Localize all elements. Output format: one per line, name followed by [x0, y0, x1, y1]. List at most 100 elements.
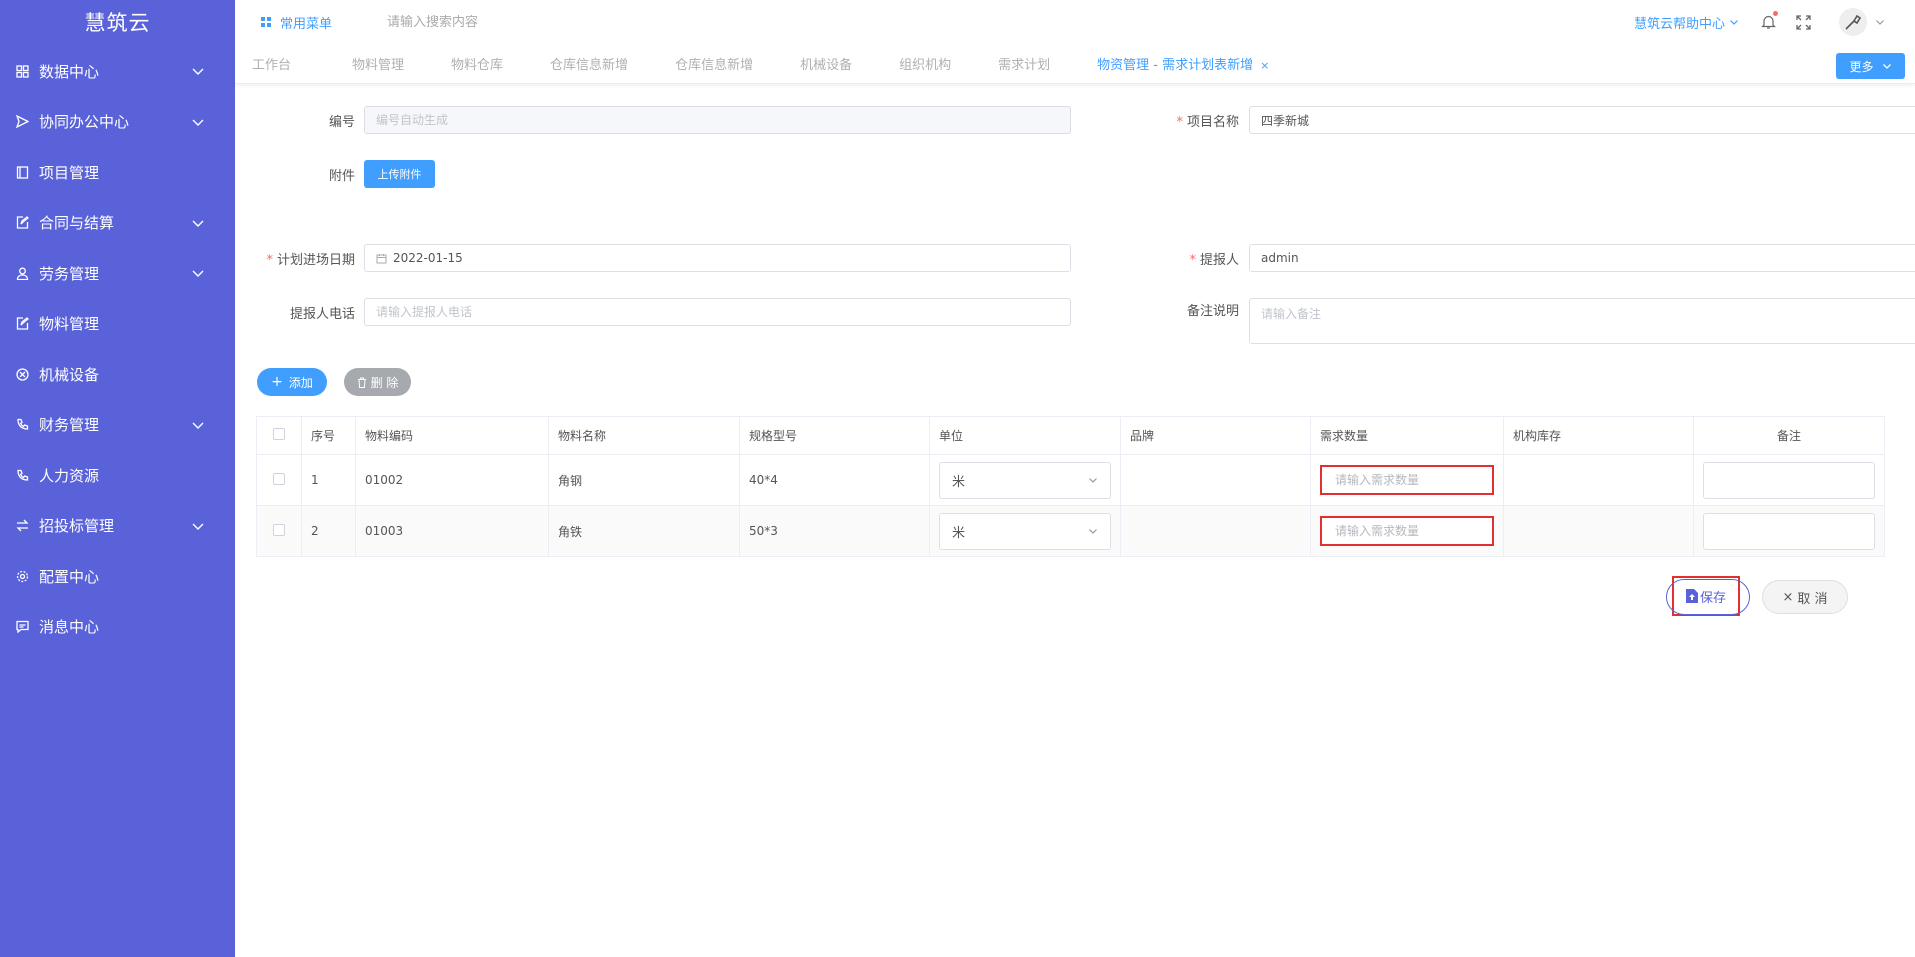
help-center-menu[interactable]: 慧筑云帮助中心	[1634, 13, 1739, 32]
sidebar-item-label: 数据中心	[39, 62, 100, 81]
chevron-down-icon	[1730, 20, 1738, 25]
note-cell	[1693, 505, 1885, 557]
add-row-button[interactable]: + 添加	[257, 368, 327, 396]
chevron-down-icon	[192, 523, 204, 530]
save-button[interactable]: 保存	[1666, 576, 1750, 616]
code-field	[364, 106, 1071, 134]
more-tabs-button[interactable]: 更多	[1836, 53, 1905, 79]
project-select[interactable]: 四季新城	[1249, 106, 1915, 134]
app-logo: 慧筑云	[84, 11, 151, 35]
table-row: 1 01002 角钢 40*4 米	[256, 454, 1885, 506]
demand-qty-input[interactable]	[1320, 516, 1494, 546]
code-row: 编号	[235, 106, 1071, 134]
sidebar-item-finance[interactable]: 财务管理	[0, 400, 235, 451]
help-center-label: 慧筑云帮助中心	[1633, 16, 1725, 32]
unit-cell: 米	[929, 505, 1121, 557]
grid-icon	[261, 16, 271, 27]
project-value: 四季新城	[1261, 113, 1310, 128]
sidebar-item-config[interactable]: 配置中心	[0, 551, 235, 602]
tab-machinery[interactable]: 机械设备	[782, 54, 852, 73]
tab-workbench[interactable]: 工作台	[235, 54, 291, 73]
common-menu-button[interactable]: 常用菜单	[261, 13, 332, 32]
phone-field[interactable]	[364, 298, 1071, 326]
upload-attachment-button[interactable]: 上传附件	[364, 160, 435, 188]
stock-cell	[1503, 505, 1694, 557]
submitter-field[interactable]	[1249, 244, 1915, 272]
sidebar-item-contract[interactable]: 合同与结算	[0, 198, 235, 249]
project-label: * 项目名称	[1176, 114, 1239, 130]
sidebar-item-hr[interactable]: 人力资源	[0, 450, 235, 501]
avatar[interactable]	[1839, 8, 1867, 36]
tab-demand-plan-add[interactable]: 物资管理 - 需求计划表新增 ×	[1079, 54, 1269, 73]
sidebar-item-collab-office[interactable]: 协同办公中心	[0, 97, 235, 148]
note-input[interactable]	[1703, 512, 1875, 550]
brand-cell	[1120, 505, 1311, 557]
delete-row-button[interactable]: 删 除	[344, 368, 411, 396]
delete-label: 删 除	[370, 375, 399, 390]
edit-doc-icon	[14, 316, 30, 332]
unit-select[interactable]: 米	[939, 461, 1111, 499]
tab-warehouse-add-2[interactable]: 仓库信息新增	[657, 54, 753, 73]
sidebar-item-label: 消息中心	[39, 618, 100, 637]
remark-textarea[interactable]	[1249, 298, 1915, 344]
note-input[interactable]	[1703, 461, 1875, 499]
chevron-down-icon	[192, 68, 204, 76]
sidebar-item-label: 配置中心	[39, 567, 100, 586]
sidebar-item-label: 协同办公中心	[39, 113, 130, 132]
sidebar-item-labor[interactable]: 劳务管理	[0, 248, 235, 299]
row-index: 2	[301, 505, 356, 557]
column-header: 规格型号	[739, 416, 930, 455]
tab-bar: 工作台 物料管理 物料仓库 仓库信息新增 仓库信息新增 机械设备 组织机构 需求…	[235, 44, 1915, 84]
sidebar-item-material[interactable]: 物料管理	[0, 299, 235, 350]
worker-icon	[14, 265, 30, 281]
message-icon	[14, 619, 30, 635]
demand-qty-input[interactable]	[1320, 465, 1494, 495]
chevron-down-icon[interactable]	[1875, 17, 1885, 27]
date-row: * 计划进场日期 2022-01-15	[235, 244, 1071, 272]
cancel-button[interactable]: × 取 消	[1762, 580, 1848, 614]
tab-material-warehouse[interactable]: 物料仓库	[433, 54, 503, 73]
remark-row: 备注说明	[1105, 298, 1915, 344]
unit-select[interactable]: 米	[939, 512, 1111, 550]
chevron-down-icon	[1089, 529, 1097, 534]
code-label: 编号	[328, 114, 355, 130]
tab-demand-plan[interactable]: 需求计划	[980, 54, 1050, 73]
sidebar-item-machinery[interactable]: 机械设备	[0, 349, 235, 400]
sidebar-item-data-center[interactable]: 数据中心	[0, 46, 235, 97]
column-header: 单位	[929, 416, 1121, 455]
column-header: 品牌	[1120, 416, 1311, 455]
sidebar-item-messages[interactable]: 消息中心	[0, 602, 235, 653]
material-spec: 40*4	[739, 454, 930, 506]
tab-warehouse-add-1[interactable]: 仓库信息新增	[532, 54, 628, 73]
add-label: 添加	[288, 375, 313, 390]
tab-organization[interactable]: 组织机构	[881, 54, 951, 73]
chevron-down-icon	[1882, 64, 1891, 69]
transfer-icon	[14, 518, 30, 534]
date-label: * 计划进场日期	[266, 252, 355, 268]
phone-icon	[14, 417, 30, 433]
sidebar-item-project[interactable]: 项目管理	[0, 147, 235, 198]
unit-value: 米	[952, 474, 966, 490]
tab-material-management[interactable]: 物料管理	[334, 54, 404, 73]
row-checkbox[interactable]	[273, 523, 285, 536]
bell-icon[interactable]	[1761, 11, 1778, 30]
material-code: 01002	[355, 454, 549, 506]
project-row: * 项目名称 四季新城	[1105, 106, 1915, 134]
date-picker[interactable]: 2022-01-15	[364, 244, 1071, 272]
search-input[interactable]	[387, 14, 588, 30]
notification-dot	[1773, 11, 1778, 16]
material-table: 序号 物料编码 物料名称 规格型号 单位 品牌 需求数量 机构库存 备注 1 0…	[256, 416, 1885, 557]
sidebar-item-bidding[interactable]: 招投标管理	[0, 501, 235, 552]
row-checkbox[interactable]	[273, 472, 285, 485]
select-all-checkbox[interactable]	[273, 428, 285, 440]
stock-cell	[1503, 454, 1694, 506]
chevron-down-icon	[192, 270, 204, 278]
phone-icon	[14, 467, 30, 483]
sidebar-item-label: 劳务管理	[39, 264, 100, 283]
close-icon[interactable]: ×	[1260, 59, 1269, 72]
edit-doc-icon	[14, 215, 30, 231]
select-all-cell	[256, 416, 302, 455]
table-header-row: 序号 物料编码 物料名称 规格型号 单位 品牌 需求数量 机构库存 备注	[256, 416, 1885, 455]
date-value: 2022-01-15	[393, 251, 463, 265]
fullscreen-icon[interactable]	[1796, 14, 1811, 30]
